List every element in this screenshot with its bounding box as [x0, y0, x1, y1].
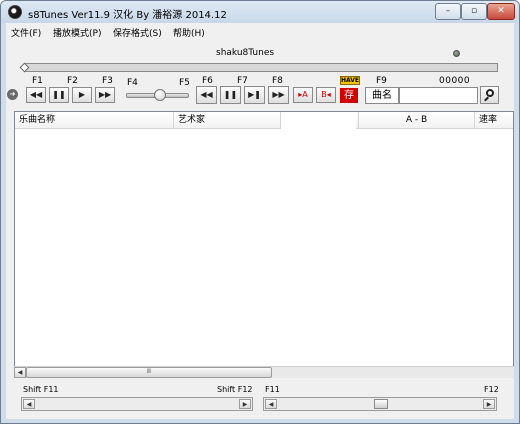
track-title: shaku8Tunes [216, 48, 275, 58]
rewind-button[interactable]: ◀◀ [26, 87, 46, 103]
minimize-button[interactable]: – [435, 3, 461, 20]
fkey-label: F8 [272, 76, 283, 86]
range-end-slider[interactable]: ◀ ▶ [263, 397, 497, 411]
fast-forward-button[interactable]: ▶▶ [95, 87, 115, 103]
app-logo-icon[interactable] [8, 5, 22, 19]
play-button[interactable]: ▶ [72, 87, 92, 103]
save-record-button[interactable]: 存 [340, 88, 358, 103]
list-horizontal-scrollbar[interactable]: ◀ Ⅲ [14, 366, 514, 378]
fkey-label: F9 [376, 76, 387, 86]
have-badge: HAVE [340, 76, 360, 85]
pause-button[interactable]: ❚❚ [49, 87, 69, 103]
range-left-start-label: Shift F11 [23, 385, 59, 394]
column-header-ab[interactable]: A - B [359, 112, 475, 129]
seek-bar[interactable] [19, 62, 498, 73]
menu-help[interactable]: 帮助(H) [173, 26, 205, 39]
range-right-arrow-icon[interactable]: ▶ [483, 399, 495, 409]
side-arrow-icon[interactable]: ➜ [7, 89, 18, 100]
range-slider-thumb[interactable] [374, 399, 388, 409]
point-b-button[interactable]: B◂ [316, 87, 336, 103]
fkey-label: F1 [32, 76, 43, 86]
fkey-label: F2 [67, 76, 78, 86]
slow-forward-button[interactable]: ▶▶ [268, 86, 289, 104]
range-right-arrow-icon[interactable]: ▶ [239, 399, 251, 409]
song-list[interactable]: 乐曲名称 艺术家 A - B 速率 [14, 111, 514, 378]
close-button[interactable]: ✕ [487, 3, 515, 20]
status-led-icon [453, 50, 460, 57]
range-left-arrow-icon[interactable]: ◀ [265, 399, 277, 409]
menu-save-format[interactable]: 保存格式(S) [113, 26, 162, 39]
point-a-button[interactable]: ▸A [293, 87, 313, 103]
seek-thumb[interactable] [19, 62, 30, 73]
column-header-artist[interactable]: 艺术家 [174, 112, 281, 129]
fkey-label: F6 [202, 76, 213, 86]
search-input[interactable] [399, 87, 478, 104]
slow-rewind-button[interactable]: ◀◀ [196, 86, 217, 104]
column-header-speed[interactable]: 速率 [475, 112, 513, 129]
menu-file[interactable]: 文件(F) [11, 26, 41, 39]
range-start-slider[interactable]: ◀ ▶ [21, 397, 253, 411]
fkey-label: F7 [237, 76, 248, 86]
scroll-thumb[interactable]: Ⅲ [26, 367, 272, 378]
search-field-label[interactable]: 曲名 [365, 87, 399, 104]
app-window: s8Tunes Ver11.9 汉化 By 潘裕源 2014.12 – ▫ ✕ … [0, 0, 520, 424]
range-right-end-label: F12 [484, 385, 499, 394]
time-counter: 00000 [439, 76, 471, 86]
volume-slider-thumb[interactable] [154, 89, 167, 101]
range-left-arrow-icon[interactable]: ◀ [23, 399, 35, 409]
fkey-label: F5 [179, 78, 190, 88]
title-bar[interactable]: s8Tunes Ver11.9 汉化 By 潘裕源 2014.12 – ▫ ✕ [1, 1, 519, 23]
player-panel: shaku8Tunes F1 F2 F3 F4 F5 F6 F7 F8 HAVE… [6, 41, 514, 419]
search-button[interactable] [480, 86, 499, 104]
fkey-label: F4 [127, 78, 138, 88]
range-left-end-label: Shift F12 [217, 385, 253, 394]
window-title: s8Tunes Ver11.9 汉化 By 潘裕源 2014.12 [28, 10, 227, 21]
range-right-start-label: F11 [265, 385, 280, 394]
column-header-title[interactable]: 乐曲名称 [15, 112, 174, 129]
maximize-button[interactable]: ▫ [461, 3, 487, 20]
menu-play-mode[interactable]: 播放模式(P) [53, 26, 101, 39]
step-play-button[interactable]: ▶❚ [244, 86, 265, 104]
step-pause-button[interactable]: ❚❚ [220, 86, 241, 104]
fkey-label: F3 [102, 76, 113, 86]
menu-bar: 文件(F) 播放模式(P) 保存格式(S) 帮助(H) [6, 23, 514, 41]
scroll-left-arrow-icon[interactable]: ◀ [14, 367, 26, 378]
